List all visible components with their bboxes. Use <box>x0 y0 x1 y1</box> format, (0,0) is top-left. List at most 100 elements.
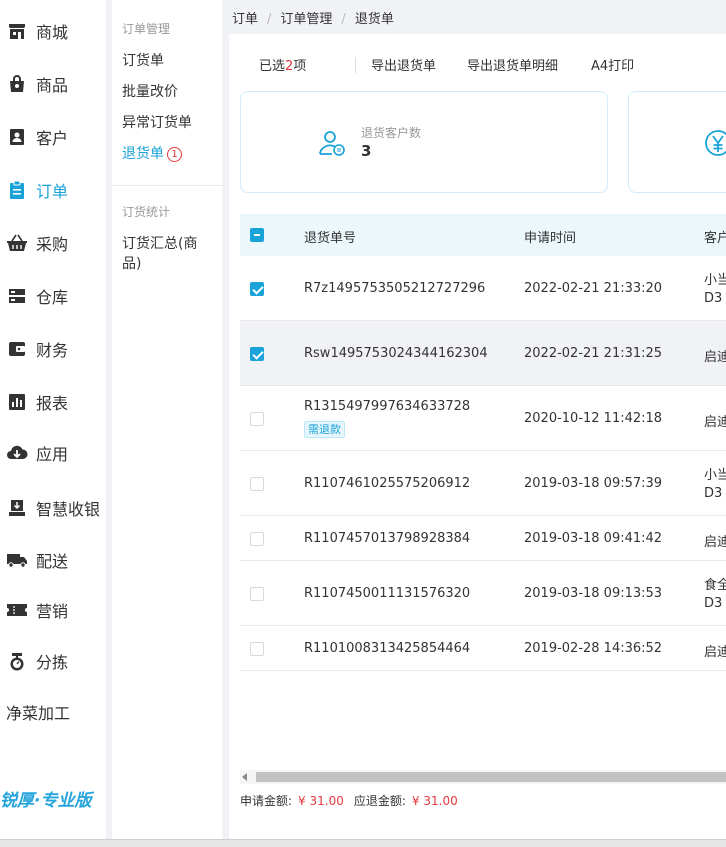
table-row[interactable]: Rsw1495753024344162304 2022-02-21 21:31:2… <box>240 321 726 386</box>
return-no-cell[interactable]: R1101008313425854464 <box>304 641 470 656</box>
customer-code-cell: D3 <box>704 595 723 611</box>
select-all-checkbox[interactable] <box>250 228 264 242</box>
nav-item-delivery[interactable]: 配送 <box>0 540 106 580</box>
nav-item-apps[interactable]: 应用 <box>0 433 106 473</box>
table-row[interactable]: R1107450011131576320 2019-03-18 09:13:53 食… <box>240 561 726 626</box>
submenu-item-returns[interactable]: 退货单 1 <box>122 144 182 164</box>
customer-cell: 启迪 <box>704 414 726 430</box>
table-row[interactable]: R1315497997634633728 需退款 2020-10-12 11:42:… <box>240 386 726 451</box>
toolbar-divider <box>355 57 356 73</box>
stat-value: 3 <box>361 142 372 160</box>
stat-label: 退货客户数 <box>361 126 422 140</box>
ticket-icon <box>6 599 28 621</box>
nav-item-products[interactable]: 商品 <box>0 64 106 104</box>
bar-chart-icon <box>6 391 28 413</box>
refund-needed-tag: 需退款 <box>304 421 345 438</box>
breadcrumb-separator: / <box>267 12 272 27</box>
nav-item-label: 订单 <box>36 182 69 201</box>
apply-amount-value: ¥ 31.00 <box>298 794 344 808</box>
nav-item-label: 仓库 <box>36 288 69 307</box>
customer-cell: 小当 <box>704 272 726 288</box>
table-row[interactable]: R7z1495753505212727296 2022-02-21 21:33:2… <box>240 256 726 321</box>
basket-icon <box>6 232 28 254</box>
submenu-item-order-summary[interactable]: 订货汇总(商品) <box>122 234 208 274</box>
nav-item-label: 智慧收银 <box>36 500 101 519</box>
row-checkbox[interactable] <box>250 476 264 491</box>
breadcrumb-item-returns: 退货单 <box>354 12 394 27</box>
cashier-icon <box>6 497 28 519</box>
breadcrumb-item-orders[interactable]: 订单 <box>232 12 258 27</box>
scroll-left-arrow-icon[interactable] <box>242 773 247 781</box>
apply-time-cell: 2022-02-21 21:31:25 <box>524 345 663 361</box>
row-checkbox[interactable] <box>250 586 264 601</box>
truck-icon <box>6 549 28 571</box>
nav-item-warehouse[interactable]: 仓库 <box>0 276 106 316</box>
nav-item-marketing[interactable]: 营销 <box>0 590 106 630</box>
main-sidebar: 商城 商品 客户 订单 采购 仓库 财务 报表 应用 智慧收银 配送 营销 分拣… <box>0 0 106 839</box>
app-window: 商城 商品 客户 订单 采购 仓库 财务 报表 应用 智慧收银 配送 营销 分拣… <box>0 0 726 847</box>
customer-coin-icon <box>317 128 347 158</box>
nav-item-customers[interactable]: 客户 <box>0 117 106 157</box>
breadcrumb: 订单 / 订单管理 / 退货单 <box>232 8 394 27</box>
table-row[interactable]: R1101008313425854464 2019-02-28 14:36:52 启… <box>240 626 726 671</box>
submenu-divider <box>112 185 222 186</box>
nav-item-label: 配送 <box>36 552 69 571</box>
export-returns-button[interactable]: 导出退货单 <box>371 55 436 74</box>
nav-item-orders[interactable]: 订单 <box>0 170 106 210</box>
row-checkbox[interactable] <box>250 346 264 361</box>
yen-icon <box>703 128 726 158</box>
nav-item-label: 营销 <box>36 602 69 621</box>
customer-code-cell: D3 <box>704 290 723 306</box>
submenu-item-batch-price[interactable]: 批量改价 <box>122 82 178 102</box>
submenu-group-order-stats: 订货统计 <box>122 205 171 219</box>
notification-badge: 1 <box>167 147 182 162</box>
return-no-cell[interactable]: R1107457013798928384 <box>304 531 470 546</box>
nav-item-sorting[interactable]: 分拣 <box>0 641 106 681</box>
nav-item-vegetable-processing[interactable]: 净菜加工 <box>0 692 106 732</box>
cloud-download-icon <box>6 442 28 464</box>
row-checkbox[interactable] <box>250 411 264 426</box>
row-checkbox[interactable] <box>250 641 264 656</box>
print-a4-button[interactable]: A4打印 <box>591 55 634 74</box>
nav-item-label: 净菜加工 <box>6 704 71 723</box>
refund-amount-value: ¥ 31.00 <box>411 794 458 808</box>
stat-card-amount <box>628 91 726 193</box>
horizontal-scrollbar[interactable] <box>240 770 726 784</box>
customer-icon <box>6 126 28 148</box>
customer-code-cell: D3 <box>704 485 723 501</box>
nav-item-cashier[interactable]: 智慧收银 <box>0 488 106 528</box>
nav-item-store[interactable]: 商城 <box>0 11 106 51</box>
nav-item-label: 报表 <box>36 394 69 413</box>
customer-cell: 启迪 <box>704 349 726 365</box>
table-row[interactable]: R1107457013798928384 2019-03-18 09:41:42 启… <box>240 516 726 561</box>
return-no-cell[interactable]: R1107450011131576320 <box>304 586 470 601</box>
nav-item-label: 商品 <box>36 76 69 95</box>
return-no-cell[interactable]: Rsw1495753024344162304 <box>304 346 488 361</box>
main-content: 已选2项 导出退货单 导出退货单明细 A4打印 退货客户数 3 退货单号 申请时… <box>229 34 726 839</box>
row-checkbox[interactable] <box>250 531 264 546</box>
submenu-item-purchase-orders[interactable]: 订货单 <box>122 51 164 71</box>
clipboard-icon <box>6 179 28 201</box>
nav-item-purchase[interactable]: 采购 <box>0 223 106 263</box>
return-no-cell[interactable]: R1107461025575206912 <box>304 476 470 491</box>
return-no-cell[interactable]: R7z1495753505212727296 <box>304 281 485 296</box>
selected-count-text: 已选2项 <box>259 59 307 74</box>
breadcrumb-item-order-management[interactable]: 订单管理 <box>280 12 332 27</box>
nav-item-label: 采购 <box>36 235 69 254</box>
sub-menu: 订单管理 订货单 批量改价 异常订货单 退货单 1 订货统计 订货汇总(商品) <box>112 0 222 839</box>
scrollbar-thumb[interactable] <box>256 772 726 782</box>
table-row[interactable]: R1107461025575206912 2019-03-18 09:57:39 小… <box>240 451 726 516</box>
column-header-return-no: 退货单号 <box>304 231 357 246</box>
row-checkbox[interactable] <box>250 281 264 296</box>
store-icon <box>6 20 28 42</box>
submenu-item-abnormal-orders[interactable]: 异常订货单 <box>122 113 192 133</box>
nav-item-label: 分拣 <box>36 653 69 672</box>
warehouse-icon <box>6 285 28 307</box>
nav-item-finance[interactable]: 财务 <box>0 329 106 369</box>
column-header-customer: 客户 <box>704 231 726 246</box>
nav-item-label: 客户 <box>36 129 69 148</box>
nav-item-reports[interactable]: 报表 <box>0 382 106 422</box>
export-return-details-button[interactable]: 导出退货单明细 <box>467 55 558 74</box>
return-no-cell[interactable]: R1315497997634633728 <box>304 399 470 414</box>
submenu-item-returns-label: 退货单 <box>122 146 164 162</box>
